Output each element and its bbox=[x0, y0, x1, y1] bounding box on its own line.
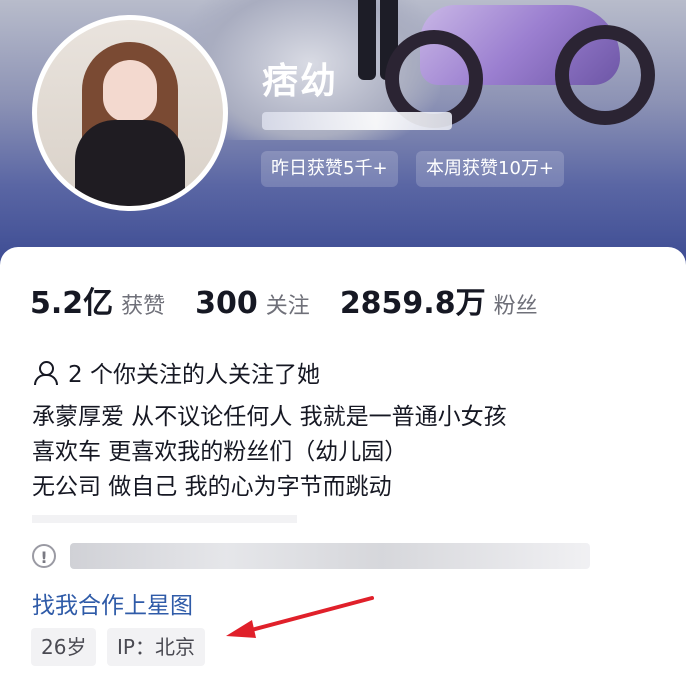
likes-week-badge[interactable]: 本周获赞10万+ bbox=[416, 151, 564, 187]
avatar[interactable] bbox=[32, 15, 228, 211]
bio-line: 无公司 做自己 我的心为字节而跳动 bbox=[32, 474, 392, 500]
likes-yesterday-badge[interactable]: 昨日获赞5千+ bbox=[261, 151, 398, 187]
likes-count[interactable]: 5.2亿 bbox=[30, 278, 113, 322]
bio-line: 喜欢车 更喜欢我的粉丝们（幼儿园） bbox=[32, 439, 408, 465]
contact-notice: ! bbox=[32, 543, 590, 569]
following-label: 关注 bbox=[265, 294, 310, 319]
info-icon: ! bbox=[32, 544, 56, 568]
bio-line: 承蒙厚爱 从不议论任何人 我就是一普通小女孩 bbox=[32, 404, 507, 430]
followers-label: 粉丝 bbox=[493, 294, 538, 319]
ip-location-tag: IP：北京 bbox=[107, 628, 205, 666]
avatar-photo bbox=[37, 20, 223, 206]
followers-count[interactable]: 2859.8万 bbox=[340, 278, 486, 322]
banner-person-leg bbox=[358, 0, 376, 80]
likes-label: 获赞 bbox=[121, 294, 166, 319]
age-tag: 26岁 bbox=[31, 628, 97, 666]
profile-id-redacted bbox=[262, 112, 452, 130]
bio-line-redacted bbox=[32, 515, 297, 523]
profile-name: 痞幼 bbox=[262, 61, 339, 102]
profile-bio: 承蒙厚爱 从不议论任何人 我就是一普通小女孩 喜欢车 更喜欢我的粉丝们（幼儿园）… bbox=[32, 400, 507, 505]
following-count[interactable]: 300 bbox=[195, 286, 258, 321]
profile-stats: 5.2亿 获赞 300 关注 2859.8万 粉丝 bbox=[30, 278, 568, 322]
mutual-followers-text: 2 个你关注的人关注了她 bbox=[68, 362, 320, 388]
annotation-arrow-icon bbox=[226, 596, 374, 638]
user-icon bbox=[32, 359, 58, 385]
banner-motorcycle-wheel bbox=[555, 25, 655, 125]
star-map-link[interactable]: 找我合作上星图 bbox=[32, 586, 193, 620]
mutual-followers[interactable]: 2 个你关注的人关注了她 bbox=[32, 355, 320, 389]
notice-text-redacted bbox=[70, 543, 590, 569]
